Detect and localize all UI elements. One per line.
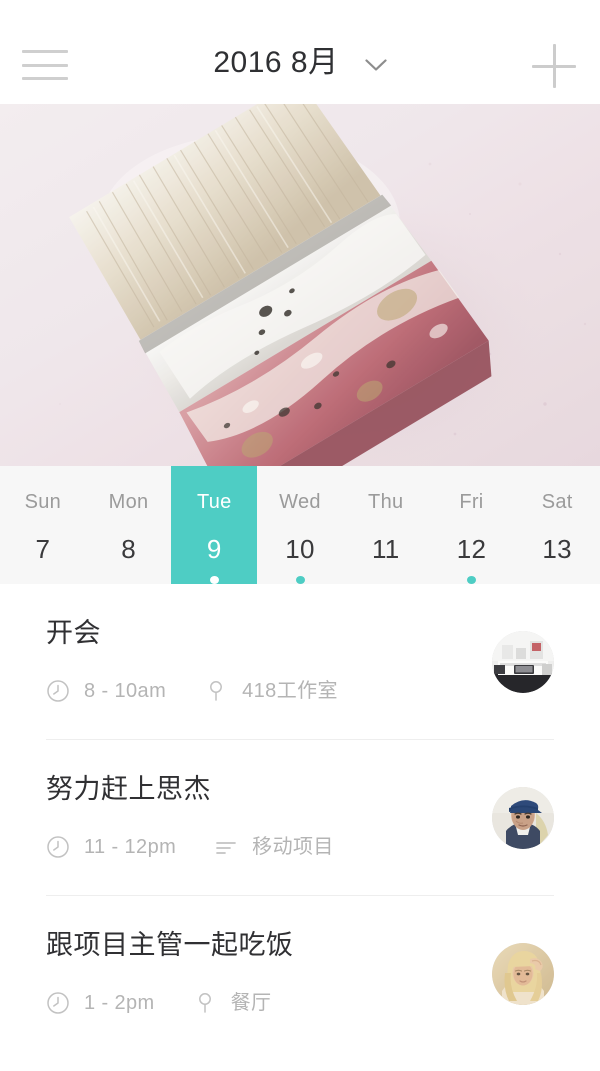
add-event-button[interactable]	[532, 44, 576, 88]
location-pin-icon	[198, 993, 211, 1013]
event-title: 跟项目主管一起吃饭	[46, 930, 294, 960]
day-name: Wed	[279, 491, 321, 513]
event-meta: 8 - 10am 418工作室	[46, 679, 472, 703]
chevron-down-icon[interactable]	[365, 58, 387, 72]
day-name: Fri	[459, 491, 484, 513]
day-cell-sat[interactable]: Sat 13	[514, 466, 600, 584]
event-list-item[interactable]: 努力赶上思杰 11 - 12pm 移动项目	[0, 740, 600, 895]
event-time: 11 - 12pm	[84, 836, 177, 858]
week-day-strip: Sun 7 Mon 8 Tue 9 Wed 10 Thu 11 Fri 12 S…	[0, 466, 600, 584]
day-number: 9	[206, 534, 222, 564]
page-title: 2016 8月	[213, 46, 339, 79]
day-event-dot	[295, 576, 305, 584]
day-event-dot	[124, 576, 133, 584]
hamburger-line	[22, 50, 68, 53]
hamburger-menu-icon[interactable]	[22, 50, 68, 80]
day-number: 10	[285, 534, 315, 564]
day-name: Sat	[541, 491, 573, 513]
event-content: 跟项目主管一起吃饭 1 - 2pm 餐厅	[46, 932, 472, 1015]
top-app-bar: 2016 8月	[0, 0, 600, 104]
clock-icon	[47, 836, 69, 858]
day-name: Mon	[108, 491, 149, 513]
day-name: Thu	[368, 491, 404, 513]
calendar-app-screen: 2016 8月 Sun 7 Mon 8 Tue 9 Wed 10 Thu 11 …	[0, 0, 600, 1071]
event-detail-group: 移动项目	[214, 835, 334, 859]
list-lines-icon	[216, 842, 237, 854]
day-name: Sun	[24, 491, 62, 513]
hamburger-line	[22, 63, 68, 67]
event-meta: 11 - 12pm 移动项目	[46, 835, 472, 859]
day-cell-sun[interactable]: Sun 7	[0, 466, 86, 584]
hero-image	[0, 104, 600, 466]
avatar[interactable]	[492, 786, 554, 849]
event-location: 餐厅	[230, 992, 272, 1014]
event-time-group: 11 - 12pm	[46, 835, 176, 859]
day-event-dot	[38, 576, 47, 584]
day-cell-fri[interactable]: Fri 12	[429, 466, 515, 584]
event-detail-group: 418工作室	[204, 679, 338, 703]
clock-icon	[47, 992, 69, 1014]
day-number: 13	[542, 534, 572, 564]
day-number: 11	[371, 534, 400, 564]
day-number: 7	[35, 534, 51, 564]
day-event-dot	[381, 576, 390, 584]
avatar[interactable]	[492, 630, 554, 693]
event-time: 8 - 10am	[84, 680, 167, 702]
location-pin-icon	[210, 681, 223, 701]
event-list-item[interactable]: 跟项目主管一起吃饭 1 - 2pm 餐厅	[0, 896, 600, 1051]
event-list: 开会 8 - 10am 418工作室 努力赶上思杰 11 - 12pm 移动项目…	[0, 584, 600, 1051]
day-event-dot	[553, 576, 562, 584]
clock-icon	[47, 680, 69, 702]
day-number: 8	[121, 534, 136, 564]
event-title: 努力赶上思杰	[46, 774, 211, 804]
event-list-item[interactable]: 开会 8 - 10am 418工作室	[0, 584, 600, 739]
event-title: 开会	[46, 618, 101, 648]
event-time-group: 8 - 10am	[46, 679, 166, 703]
event-content: 努力赶上思杰 11 - 12pm 移动项目	[46, 776, 472, 859]
hamburger-line	[22, 77, 68, 80]
event-detail-group: 餐厅	[193, 991, 272, 1015]
day-event-dot	[466, 576, 476, 584]
day-cell-wed[interactable]: Wed 10	[257, 466, 343, 584]
event-content: 开会 8 - 10am 418工作室	[46, 620, 472, 703]
event-category: 移动项目	[252, 836, 334, 858]
day-event-dot	[209, 576, 219, 584]
event-time-group: 1 - 2pm	[46, 991, 155, 1015]
day-cell-tue[interactable]: Tue 9	[171, 466, 258, 584]
month-title-group[interactable]: 2016 8月	[213, 46, 387, 79]
day-number: 12	[456, 534, 487, 564]
day-cell-mon[interactable]: Mon 8	[86, 466, 172, 584]
event-time: 1 - 2pm	[84, 992, 155, 1014]
avatar[interactable]	[492, 942, 554, 1005]
event-location: 418工作室	[242, 680, 338, 702]
day-name: Tue	[196, 491, 232, 513]
day-cell-thu[interactable]: Thu 11	[343, 466, 429, 584]
event-meta: 1 - 2pm 餐厅	[46, 991, 472, 1015]
